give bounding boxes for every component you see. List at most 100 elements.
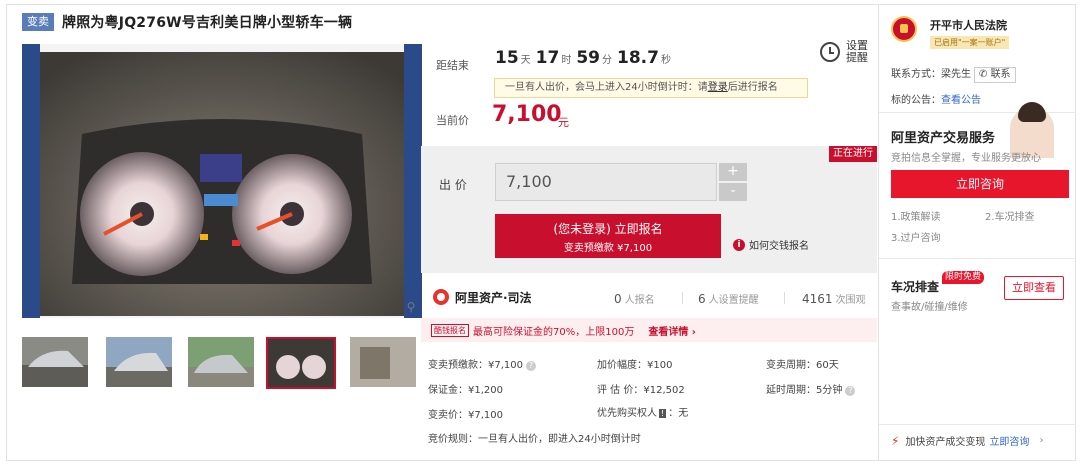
promo-text: 最高可险保证金的70%，上限100万 [473, 326, 635, 338]
minutes-unit: 分 [602, 55, 613, 66]
service-title: 阿里资产交易服务 [891, 131, 996, 146]
view-count: 4161 [802, 292, 833, 306]
thumbnail-4-selected[interactable] [266, 337, 336, 389]
dashboard-photo [22, 44, 422, 318]
hours-unit: 时 [561, 55, 572, 66]
remind-stat: 6 人设置提醒 [698, 291, 759, 306]
speed-up-text: 加快资产成交变现 [905, 437, 986, 448]
car-check-title: 车况排查 [891, 280, 940, 294]
current-price-value: 7,100 [492, 102, 562, 127]
increment-info: 加价幅度：¥100 [597, 360, 673, 371]
help-icon[interactable]: ? [526, 361, 536, 371]
view-stat: 4161 次围观 [802, 291, 866, 306]
thumbnail-2[interactable] [106, 337, 172, 387]
bid-panel: 正在进行 出 价 7,100 + - (您未登录) 立即报名 变卖预缴款 ¥7,… [421, 146, 877, 273]
service-subtitle: 竞拍信息全掌握，专业服务更放心 [891, 153, 1041, 164]
seconds-unit: 秒 [660, 55, 671, 66]
panel-divider [878, 4, 879, 461]
thumbnail-3[interactable] [188, 337, 254, 387]
thumbnail-1[interactable] [22, 337, 88, 387]
period-info: 变卖周期：60天 [766, 360, 839, 371]
help-icon[interactable]: ? [845, 386, 856, 396]
thumbnail-strip [22, 337, 418, 393]
days-unit: 天 [520, 55, 531, 66]
court-emblem-icon [891, 16, 917, 42]
service-item-car-check[interactable]: 2.车况排查 [985, 208, 1035, 223]
bid-label: 出 价 [439, 178, 467, 192]
signup-stat: 0 人报名 [614, 291, 655, 306]
status-badge: 正在进行 [829, 146, 877, 162]
sell-price-info: 变卖价：¥7,100 [428, 410, 503, 421]
priority-buyer-info: 优先购买权人! ：无 [597, 404, 688, 419]
register-button-label: (您未登录) 立即报名 [553, 222, 663, 236]
priority-value: ：无 [668, 408, 689, 419]
margin-info: 保证金：¥1,200 [428, 385, 503, 396]
login-link[interactable]: 登录 [708, 82, 728, 93]
info-icon: i [733, 238, 745, 251]
delay-info: 延时周期：5分钟? [766, 381, 856, 396]
promo-details-link[interactable]: 查看详情 › [648, 323, 696, 338]
ali-asset-logo: 阿里资产·司法 [433, 289, 532, 306]
speed-up-banner[interactable]: ⚡ 加快资产成交变现 立即咨询 › [891, 433, 1044, 449]
signup-label: 人报名 [624, 295, 655, 306]
ali-asset-mark-icon [433, 289, 449, 305]
deposit-text: 变卖预缴款：¥7,100 [428, 360, 523, 371]
divider [879, 258, 1076, 259]
service-item-policy[interactable]: 1.政策解读 [891, 208, 941, 223]
minutes-value: 59 [576, 48, 601, 68]
car-check-subtitle: 查事故/碰撞/维修 [891, 302, 968, 313]
divider [879, 424, 1076, 425]
financing-promo: 酷钱报名 最高可险保证金的70%，上限100万 查看详情 › [421, 318, 877, 342]
chevron-right-icon: › [1039, 435, 1044, 446]
signup-count: 0 [614, 292, 622, 306]
brand-name: 阿里资产·司法 [455, 290, 532, 305]
divider [682, 292, 683, 304]
notice-label: 标的公告： [891, 95, 941, 106]
remind-label: 人设置提醒 [708, 295, 759, 306]
title-bar: 变卖 牌照为粤JQ276W号吉利美日牌小型轿车一辆 [22, 12, 352, 32]
search-icon[interactable]: ⚲ [404, 300, 418, 314]
priority-label: 优先购买权人 [597, 408, 657, 419]
notice-text-end: 后进行报名 [727, 82, 778, 93]
countdown-timer: 15 天 17 时 59 分 18.7 秒 [495, 48, 676, 68]
how-to-pay-link[interactable]: i 如何交钱报名 [733, 237, 809, 252]
court-name[interactable]: 开平市人民法院 [930, 17, 1007, 33]
sell-type-badge: 变卖 [22, 13, 54, 31]
contact-button-label: 联系 [990, 69, 1011, 80]
free-badge: 限时免费 [942, 271, 985, 284]
bid-notice: 一旦有人出价，会马上进入24小时倒计时：请登录后进行报名 [494, 78, 808, 98]
notice-text: 一旦有人出价，会马上进入24小时倒计时：请 [505, 82, 708, 93]
page-title: 牌照为粤JQ276W号吉利美日牌小型轿车一辆 [62, 15, 353, 31]
bid-rule: 竞价规则：一旦有人出价，即进入24小时倒计时 [428, 434, 641, 445]
bid-amount-input[interactable]: 7,100 [495, 163, 717, 201]
set-reminder-label: 设置提醒 [846, 39, 868, 64]
clock-icon [820, 42, 840, 62]
priority-tag-icon: ! [659, 409, 667, 418]
days-value: 15 [495, 48, 519, 68]
contact-label: 联系方式：梁先生 [891, 69, 971, 80]
countdown-label: 距结束 [436, 59, 469, 72]
contact-button[interactable]: ✆ 联系 [974, 67, 1016, 83]
appraisal-info: 评 估 价：¥12,502 [597, 385, 685, 396]
view-label: 次围观 [835, 295, 866, 306]
hours-value: 17 [535, 48, 560, 68]
consult-button[interactable]: 立即咨询 [891, 170, 1069, 198]
main-image[interactable]: ⚲ [22, 44, 422, 318]
divider [784, 292, 785, 304]
speed-up-consult-link[interactable]: 立即咨询 [989, 433, 1029, 448]
current-price-unit: 元 [558, 116, 569, 129]
bid-stepper: + - [719, 163, 747, 201]
notice-line: 标的公告：查看公告 [891, 91, 981, 106]
car-check-button[interactable]: 立即查看 [1004, 276, 1064, 300]
service-item-transfer[interactable]: 3.过户咨询 [891, 229, 941, 244]
increase-bid-button[interactable]: + [719, 163, 747, 181]
deposit-info: 变卖预缴款：¥7,100? [428, 356, 536, 371]
set-reminder-button[interactable]: 设置提醒 [820, 40, 870, 64]
delay-text: 延时周期：5分钟 [766, 385, 843, 396]
decrease-bid-button[interactable]: - [719, 183, 747, 201]
view-notice-link[interactable]: 查看公告 [941, 95, 981, 106]
register-button[interactable]: (您未登录) 立即报名 变卖预缴款 ¥7,100 [495, 214, 721, 258]
thumbnail-5[interactable] [350, 337, 416, 387]
contact-line: 联系方式：梁先生 ✆ 联系 [891, 65, 1016, 83]
seconds-value: 18.7 [617, 48, 659, 68]
